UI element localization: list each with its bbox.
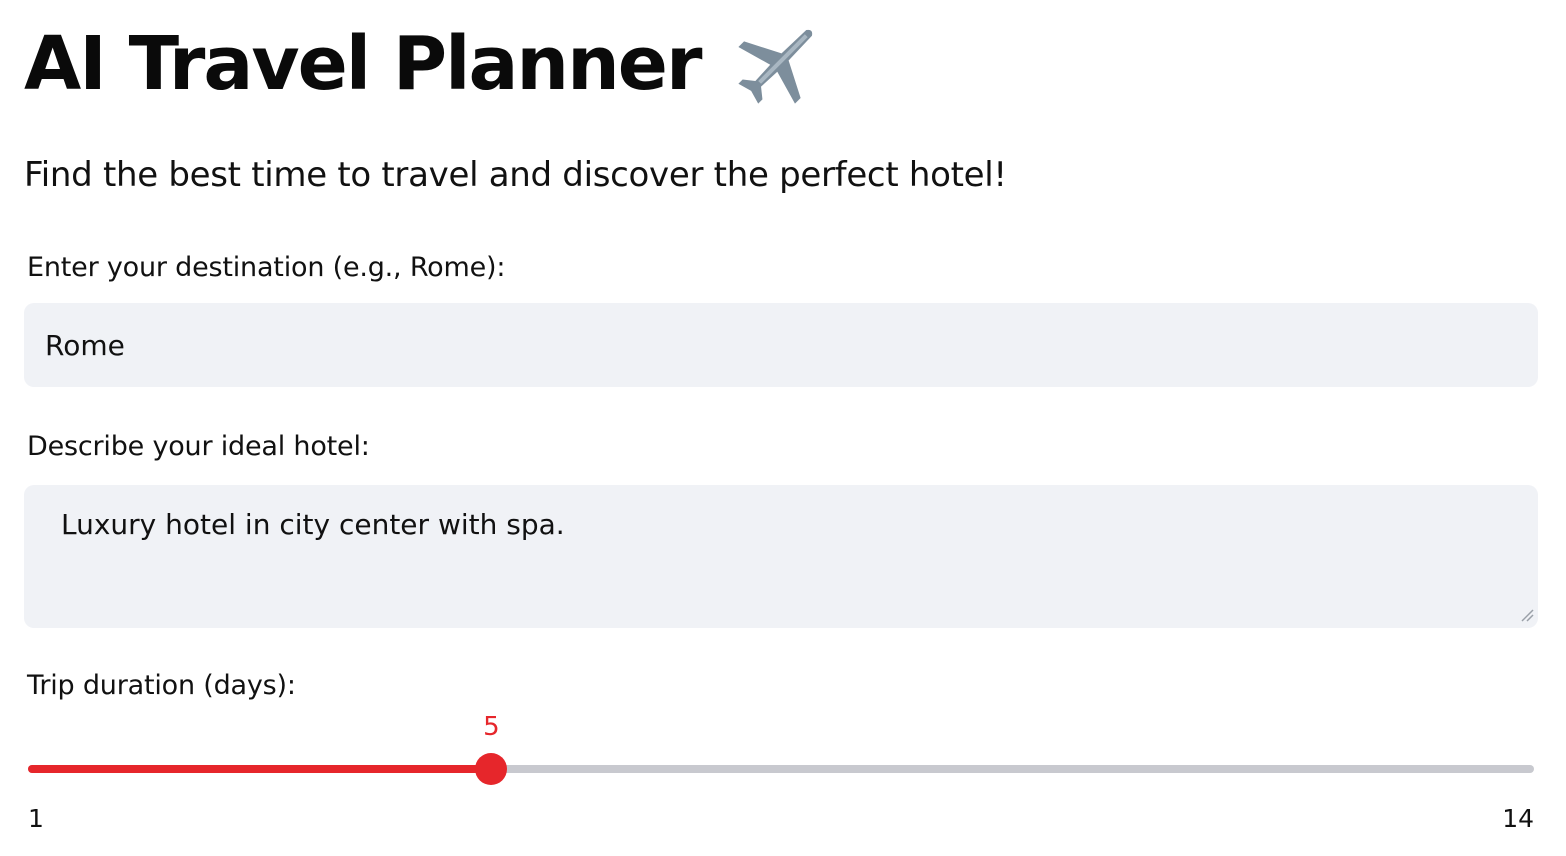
destination-input[interactable]	[24, 303, 1538, 387]
destination-label: Enter your destination (e.g., Rome):	[27, 252, 506, 283]
trip-duration-slider[interactable]: 5 1 14	[24, 710, 1538, 850]
page-subtitle: Find the best time to travel and discove…	[24, 155, 1007, 195]
slider-max-label: 14	[1502, 804, 1534, 833]
hotel-description-label: Describe your ideal hotel:	[27, 431, 370, 462]
hotel-description-textarea[interactable]: Luxury hotel in city center with spa.	[24, 485, 1538, 628]
slider-current-value: 5	[483, 712, 500, 742]
travel-planner-app: AI Travel Planner Find the best time to …	[24, 0, 1540, 856]
slider-thumb[interactable]	[475, 753, 508, 785]
airplane-icon	[726, 16, 830, 112]
resize-grip-icon[interactable]	[1518, 606, 1534, 622]
slider-track[interactable]	[28, 765, 1534, 773]
slider-track-fill	[28, 765, 492, 773]
slider-min-label: 1	[28, 804, 44, 833]
trip-duration-label: Trip duration (days):	[27, 670, 296, 701]
page-title: AI Travel Planner	[24, 21, 702, 107]
title-row: AI Travel Planner	[24, 14, 830, 114]
